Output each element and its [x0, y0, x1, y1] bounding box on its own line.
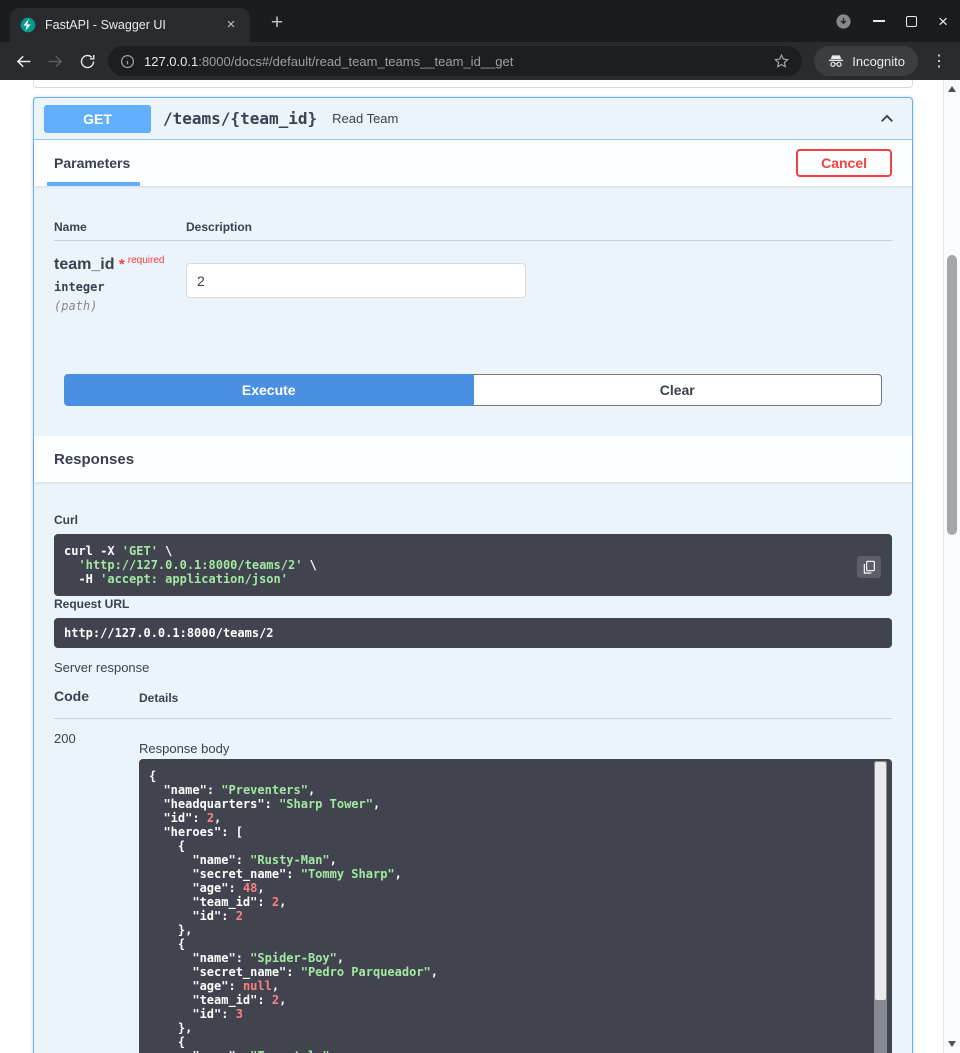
parameter-name: team_id	[54, 256, 114, 273]
team-id-input[interactable]	[186, 263, 526, 298]
scroll-down-icon[interactable]	[948, 1041, 956, 1047]
curl-command-block: curl -X 'GET' \ 'http://127.0.0.1:8000/t…	[54, 534, 892, 596]
response-table-divider	[54, 718, 892, 719]
page-scrollbar[interactable]	[943, 80, 960, 1053]
minimize-icon[interactable]	[873, 20, 885, 22]
clear-button[interactable]: Clear	[474, 374, 883, 406]
code-column-header: Code	[54, 688, 89, 704]
required-asterisk: *	[119, 256, 125, 273]
parameter-location: (path)	[54, 299, 164, 313]
parameter-type: integer	[54, 280, 164, 294]
responses-title: Responses	[54, 451, 134, 468]
bookmark-star-icon[interactable]	[773, 53, 790, 70]
method-badge: GET	[44, 105, 151, 133]
page-info-icon[interactable]	[120, 54, 135, 69]
tab-close-icon[interactable]: ×	[222, 16, 240, 34]
previous-section-edge	[33, 80, 913, 88]
response-body-block[interactable]: { "name": "Preventers", "headquarters": …	[139, 759, 892, 1053]
operation-summary-bar[interactable]: GET /teams/{team_id} Read Team	[34, 98, 912, 140]
parameter-name-cell: team_id *required integer (path)	[54, 256, 164, 313]
maximize-icon[interactable]	[906, 16, 917, 27]
description-column-header: Description	[186, 220, 252, 234]
response-body-scroll-thumb[interactable]	[875, 762, 886, 1000]
parameters-table-header: Name Description	[54, 216, 892, 241]
incognito-badge: Incognito	[814, 46, 918, 76]
name-column-header: Name	[54, 220, 87, 234]
address-bar[interactable]: 127.0.0.1:8000/docs#/default/read_team_t…	[108, 46, 802, 76]
url-host: 127.0.0.1	[144, 54, 198, 69]
browser-tab[interactable]: FastAPI - Swagger UI ×	[10, 8, 250, 42]
tab-title: FastAPI - Swagger UI	[45, 18, 213, 32]
swagger-page: GET /teams/{team_id} Read Team Parameter…	[0, 80, 943, 1053]
operation-summary: Read Team	[332, 111, 398, 126]
browser-menu-icon[interactable]: ⋮	[926, 51, 952, 71]
operation-path: /teams/{team_id}	[163, 109, 317, 128]
execute-button[interactable]: Execute	[64, 374, 474, 406]
copy-curl-icon[interactable]	[857, 556, 881, 578]
parameters-section-header: Parameters Cancel	[34, 140, 912, 186]
get-operation-block: GET /teams/{team_id} Read Team Parameter…	[33, 97, 913, 1053]
curl-label: Curl	[54, 513, 78, 527]
window-controls: ×	[835, 0, 948, 42]
execute-button-group: Execute Clear	[64, 374, 882, 406]
request-url-value: http://127.0.0.1:8000/teams/2	[64, 626, 882, 640]
reload-icon[interactable]	[72, 46, 102, 76]
incognito-label: Incognito	[852, 54, 905, 69]
fastapi-favicon-icon	[20, 17, 36, 33]
scroll-up-icon[interactable]	[948, 86, 956, 92]
required-label: required	[128, 255, 165, 266]
parameters-title: Parameters	[54, 155, 130, 171]
request-url-block: http://127.0.0.1:8000/teams/2	[54, 618, 892, 648]
incognito-icon	[827, 52, 845, 70]
response-body-scrollbar[interactable]	[874, 761, 887, 1053]
status-code: 200	[54, 731, 76, 746]
collapse-chevron-icon[interactable]	[878, 110, 896, 128]
url-path: :8000/docs#/default/read_team_teams__tea…	[198, 54, 513, 69]
browser-toolbar: 127.0.0.1:8000/docs#/default/read_team_t…	[0, 42, 960, 80]
url-text: 127.0.0.1:8000/docs#/default/read_team_t…	[144, 54, 764, 69]
page-scroll-thumb[interactable]	[947, 255, 957, 535]
responses-section-header: Responses	[34, 436, 912, 482]
details-column-header: Details	[139, 691, 178, 705]
forward-icon[interactable]	[40, 46, 70, 76]
tab-strip: FastAPI - Swagger UI × + ×	[0, 0, 960, 42]
response-body-label: Response body	[139, 741, 229, 756]
server-response-label: Server response	[54, 660, 149, 675]
cancel-button[interactable]: Cancel	[796, 149, 892, 177]
request-url-label: Request URL	[54, 597, 129, 611]
new-tab-button[interactable]: +	[262, 9, 292, 39]
browser-update-icon[interactable]	[835, 13, 852, 30]
back-icon[interactable]	[8, 46, 38, 76]
window-close-icon[interactable]: ×	[938, 13, 948, 30]
active-tab-underline	[47, 182, 140, 186]
